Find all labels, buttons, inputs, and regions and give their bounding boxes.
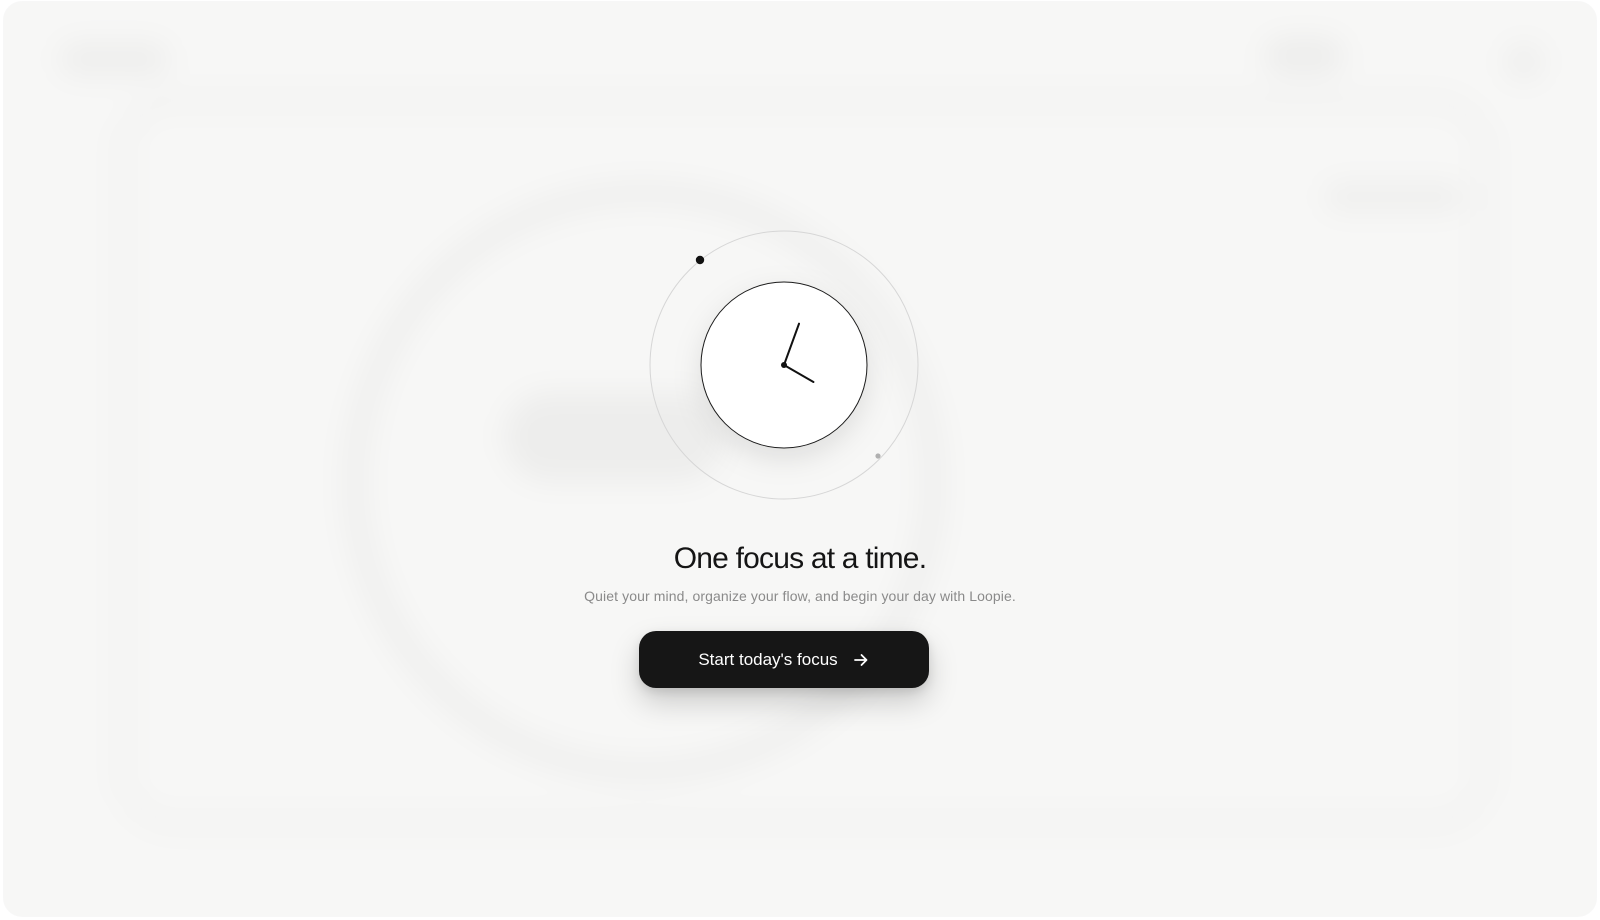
clock-center-dot: [781, 362, 787, 368]
orbit-dot-primary: [695, 255, 705, 265]
app-window: One focus at a time. Quiet your mind, or…: [4, 2, 1596, 916]
focus-hero: One focus at a time. Quiet your mind, or…: [4, 2, 1596, 916]
start-focus-button[interactable]: Start today's focus: [639, 631, 929, 688]
arrow-right-icon: [852, 651, 870, 669]
orbit-dot-secondary: [875, 453, 881, 459]
clock-icon: [649, 230, 919, 500]
start-focus-button-label: Start today's focus: [698, 649, 838, 669]
hero-subtitle: Quiet your mind, organize your flow, and…: [584, 588, 1016, 604]
clock-illustration: [649, 230, 919, 500]
hero-title: One focus at a time.: [673, 542, 927, 575]
